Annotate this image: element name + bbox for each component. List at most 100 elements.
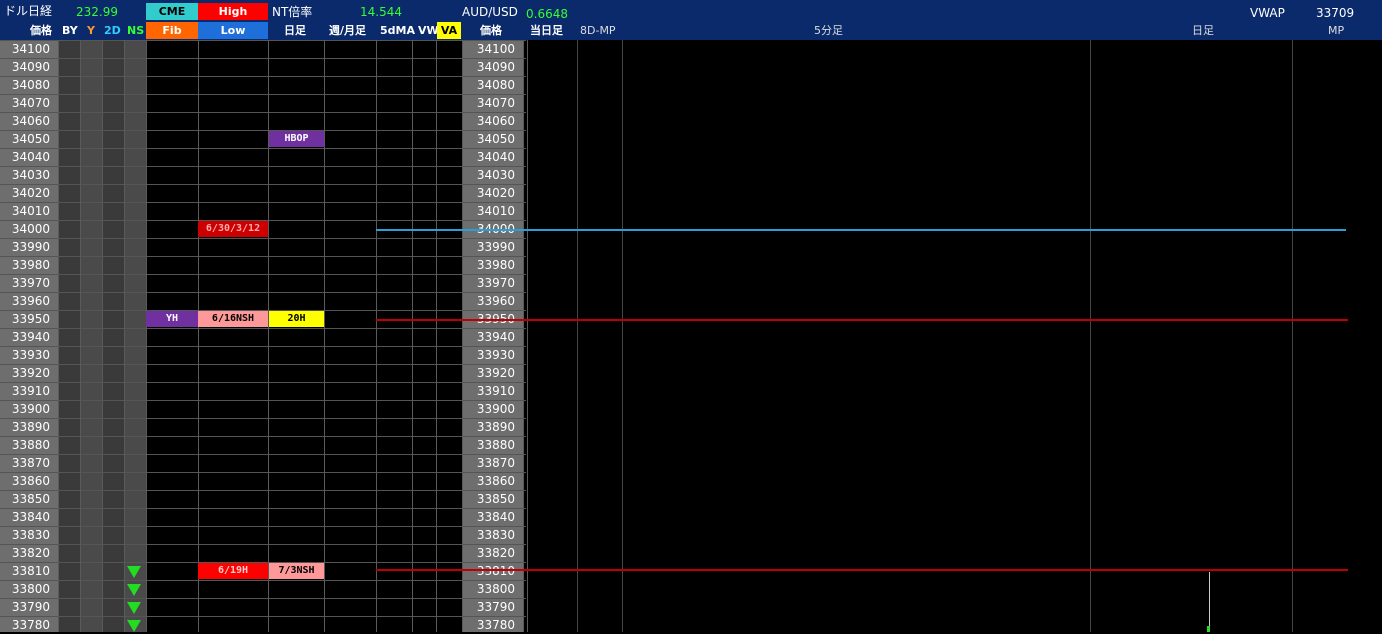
tag-6-19h: 6/19H <box>198 563 268 579</box>
candle-body <box>1207 626 1210 632</box>
by-col-bg <box>58 40 80 632</box>
candle-wick <box>1209 572 1210 626</box>
tag-high-marker: 6/30/3/12 <box>198 221 268 237</box>
audusd-label: AUD/USD <box>462 5 518 19</box>
price-label: 34020 <box>476 186 515 200</box>
col-8d-mp: 8D-MP <box>580 24 616 37</box>
ns-triangle-icon <box>127 566 141 578</box>
high-button[interactable]: High <box>198 3 268 20</box>
price-label: 34000 <box>11 222 50 236</box>
price-label: 33850 <box>476 492 515 506</box>
vwap-label: VWAP <box>1250 6 1285 20</box>
low-button[interactable]: Low <box>198 22 268 39</box>
price-label: 33830 <box>11 528 50 542</box>
price-label: 34010 <box>476 204 515 218</box>
price-label: 33800 <box>11 582 50 596</box>
col-price-2: 価格 <box>480 24 502 37</box>
price-label: 33910 <box>476 384 515 398</box>
col-weekly-monthly: 週/月足 <box>329 24 367 37</box>
col-2d: 2D <box>104 24 121 37</box>
level-line-34000 <box>376 229 1346 231</box>
ns-triangle-icon <box>127 584 141 596</box>
col-vw: VW <box>418 24 439 37</box>
level-line-33950 <box>376 319 1348 321</box>
price-label: 34100 <box>11 42 50 56</box>
price-label: 34070 <box>11 96 50 110</box>
price-label: 33990 <box>476 240 515 254</box>
col-5min: 5分足 <box>814 24 843 37</box>
price-label: 33880 <box>11 438 50 452</box>
price-label: 33980 <box>11 258 50 272</box>
price-label: 33920 <box>476 366 515 380</box>
price-label: 33820 <box>11 546 50 560</box>
price-label: 33980 <box>476 258 515 272</box>
price-label: 33850 <box>11 492 50 506</box>
cme-button[interactable]: CME <box>146 3 198 20</box>
price-label: 33940 <box>11 330 50 344</box>
price-label: 34050 <box>11 132 50 146</box>
price-label: 33930 <box>476 348 515 362</box>
vwap-value: 33709 <box>1316 6 1355 20</box>
grid-lines <box>0 40 1293 632</box>
price-label: 34100 <box>476 42 515 56</box>
price-label: 33860 <box>11 474 50 488</box>
price-label: 34040 <box>11 150 50 164</box>
col-daily-2: 日足 <box>1192 24 1214 37</box>
price-label: 33950 <box>11 312 50 326</box>
ladder-grid <box>0 40 1382 632</box>
tag-hbop: HBOP <box>269 131 324 147</box>
price-label: 34080 <box>476 78 515 92</box>
tag-20h: 20H <box>269 311 324 327</box>
price-label: 33780 <box>476 618 515 632</box>
price-label: 33870 <box>11 456 50 470</box>
price-label: 33920 <box>11 366 50 380</box>
price-label: 33780 <box>11 618 50 632</box>
price-label: 33790 <box>476 600 515 614</box>
price-label: 33790 <box>11 600 50 614</box>
tag-yh: YH <box>146 311 198 327</box>
price-label: 33890 <box>476 420 515 434</box>
price-label: 33970 <box>11 276 50 290</box>
tag-7-3nsh: 7/3NSH <box>269 563 324 579</box>
price-label: 33900 <box>476 402 515 416</box>
col-daily: 日足 <box>284 24 306 37</box>
2d-col-bg <box>102 40 124 632</box>
price-label: 33930 <box>11 348 50 362</box>
price-label: 33840 <box>476 510 515 524</box>
dollar-nikkei-label: ドル日経 <box>4 4 53 18</box>
col-mp: MP <box>1328 24 1345 37</box>
price-label: 33840 <box>11 510 50 524</box>
level-line-33810 <box>376 569 1348 571</box>
fib-button[interactable]: Fib <box>146 22 198 39</box>
price-label: 33820 <box>476 546 515 560</box>
ns-triangle-icon <box>127 620 141 632</box>
price-label: 34010 <box>11 204 50 218</box>
price-label: 33900 <box>11 402 50 416</box>
price-label: 34080 <box>11 78 50 92</box>
col-y: Y <box>87 24 95 37</box>
price-label: 33890 <box>11 420 50 434</box>
audusd-value: 0.6648 <box>526 7 568 21</box>
price-label: 33960 <box>476 294 515 308</box>
price-label: 33990 <box>11 240 50 254</box>
price-label: 33880 <box>476 438 515 452</box>
price-label: 33870 <box>476 456 515 470</box>
price-label: 33810 <box>476 564 515 578</box>
ns-triangle-icon <box>127 602 141 614</box>
price-label: 34060 <box>476 114 515 128</box>
price-label: 34040 <box>476 150 515 164</box>
price-label: 33810 <box>11 564 50 578</box>
price-label: 33960 <box>11 294 50 308</box>
col-price: 価格 <box>30 24 52 37</box>
y-col-bg <box>80 40 102 632</box>
price-label: 34060 <box>11 114 50 128</box>
price-label: 34050 <box>476 132 515 146</box>
price-label: 33830 <box>476 528 515 542</box>
price-label: 34030 <box>476 168 515 182</box>
va-button[interactable]: VA <box>437 22 461 39</box>
tag-6-16nsh: 6/16NSH <box>198 311 268 327</box>
price-label: 34020 <box>11 186 50 200</box>
ns-col-bg <box>124 40 146 632</box>
col-ns: NS <box>127 24 145 37</box>
price-label: 34030 <box>11 168 50 182</box>
